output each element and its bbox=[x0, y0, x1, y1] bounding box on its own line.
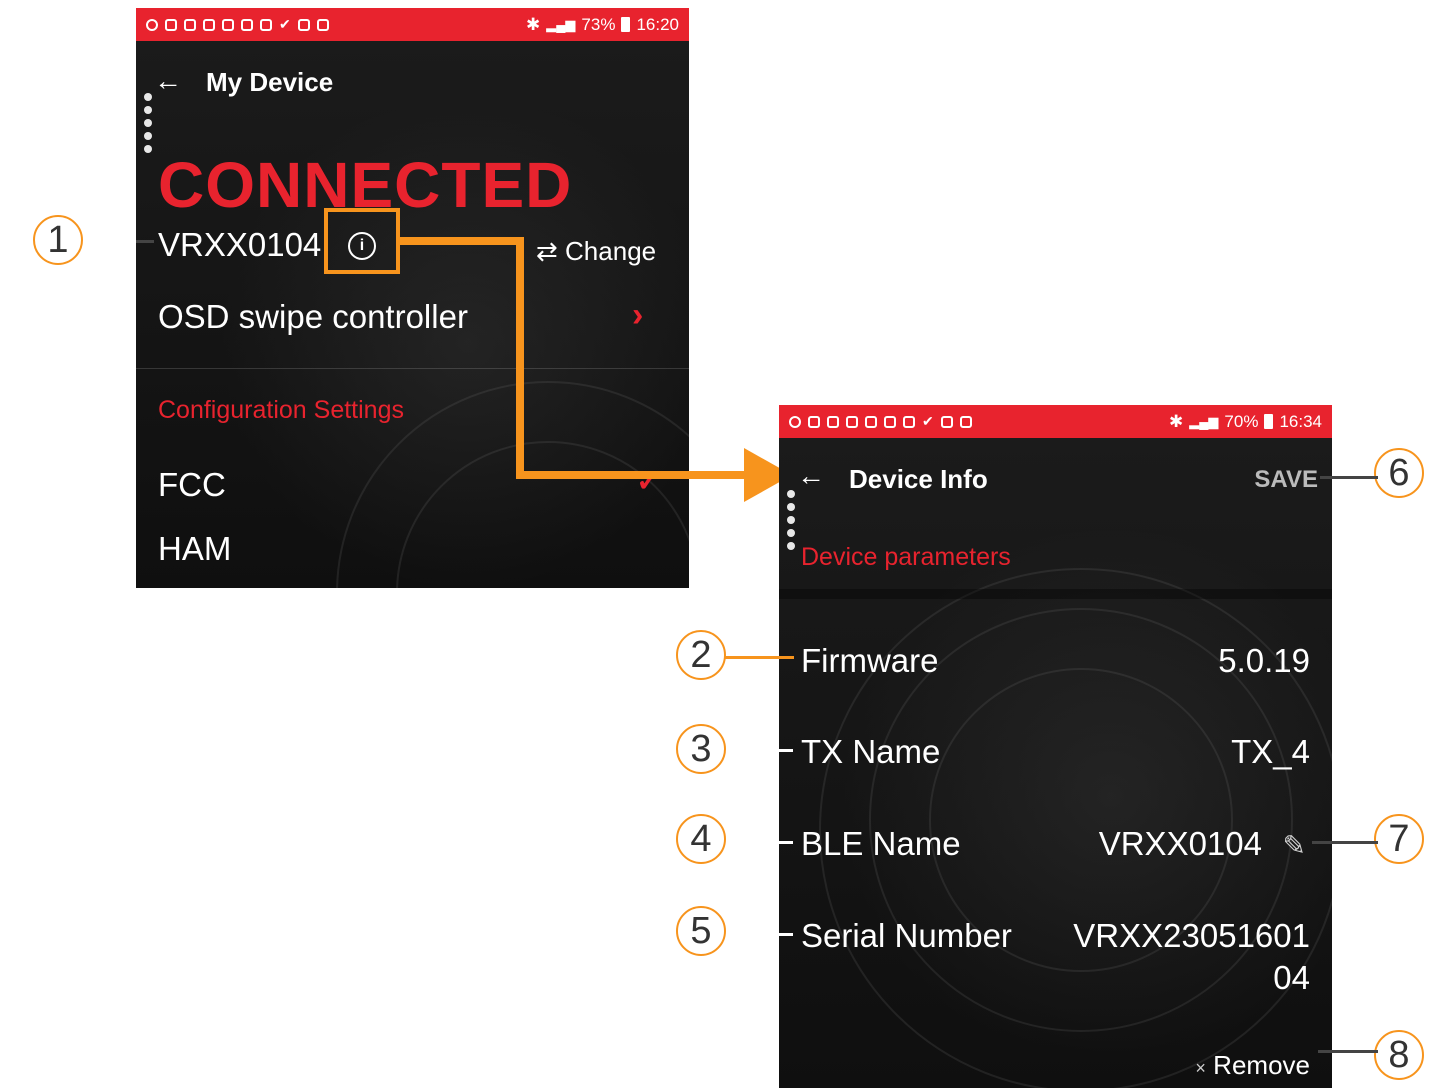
close-icon: × bbox=[1195, 1058, 1206, 1078]
ble-name-value[interactable]: VRXX0104 bbox=[1099, 825, 1262, 863]
tx-name-value: TX_4 bbox=[1231, 733, 1310, 770]
serial-number-label: Serial Number bbox=[801, 917, 1012, 954]
arrow-segment bbox=[516, 237, 524, 479]
serial-number-value-continued: 04 bbox=[1273, 959, 1310, 996]
signal-icon: ▂▄▆ bbox=[546, 16, 576, 32]
check-icon: ✓ bbox=[636, 465, 662, 498]
callout-line bbox=[136, 240, 154, 243]
section-label: Device parameters bbox=[801, 543, 1011, 571]
bluetooth-icon: ✱ bbox=[525, 14, 541, 34]
drag-dots-icon bbox=[787, 490, 795, 555]
page-title: My Device bbox=[206, 67, 334, 97]
option-fcc[interactable]: FCC bbox=[158, 466, 226, 504]
battery-percent: 70% bbox=[1224, 411, 1259, 431]
firmware-value: 5.0.19 bbox=[1218, 642, 1310, 679]
clock: 16:20 bbox=[636, 14, 679, 34]
info-highlight-box bbox=[324, 208, 400, 274]
device-name: VRXX0104 bbox=[158, 226, 322, 263]
drag-dots-icon bbox=[144, 93, 152, 158]
divider bbox=[136, 368, 689, 369]
save-button[interactable]: SAVE bbox=[1254, 466, 1318, 494]
callout-line bbox=[779, 933, 793, 936]
callout-line bbox=[724, 656, 794, 659]
callout-1: 1 bbox=[33, 215, 83, 265]
callout-line bbox=[779, 749, 793, 752]
my-device-screen: ✔ ✱ ▂▄▆ 73% 16:20 ← My Device CONNECTED … bbox=[136, 8, 689, 588]
callout-line bbox=[1318, 1050, 1378, 1053]
battery-icon bbox=[621, 17, 631, 32]
option-ham[interactable]: HAM bbox=[158, 530, 231, 568]
pencil-icon[interactable]: ✎ bbox=[1283, 829, 1306, 862]
clock: 16:34 bbox=[1279, 411, 1322, 431]
callout-7: 7 bbox=[1374, 814, 1424, 864]
callout-6: 6 bbox=[1374, 448, 1424, 498]
callout-line bbox=[1312, 841, 1378, 844]
serial-number-value: VRXX23051601 bbox=[1073, 917, 1310, 954]
section-label: Configuration Settings bbox=[158, 396, 404, 424]
callout-8: 8 bbox=[1374, 1030, 1424, 1080]
remove-label: Remove bbox=[1213, 1050, 1310, 1080]
divider bbox=[779, 589, 1332, 599]
battery-icon bbox=[1264, 414, 1274, 429]
page-title: Device Info bbox=[849, 464, 988, 494]
firmware-label: Firmware bbox=[801, 642, 939, 679]
device-info-screen: ✔ ✱ ▂▄▆ 70% 16:34 ← Device Info SAVE Dev… bbox=[779, 405, 1332, 1088]
back-arrow-icon[interactable]: ← bbox=[797, 462, 825, 490]
callout-5: 5 bbox=[676, 906, 726, 956]
signal-icon: ▂▄▆ bbox=[1189, 413, 1219, 429]
ble-name-label: BLE Name bbox=[801, 825, 961, 862]
callout-line bbox=[779, 841, 793, 844]
app-bar: ← My Device bbox=[136, 41, 689, 153]
notification-icons: ✔ bbox=[789, 413, 972, 430]
callout-2: 2 bbox=[676, 630, 726, 680]
chevron-right-icon[interactable]: › bbox=[632, 296, 643, 335]
status-bar: ✔ ✱ ▂▄▆ 70% 16:34 bbox=[779, 405, 1332, 438]
osd-swipe-controller-item[interactable]: OSD swipe controller bbox=[158, 298, 468, 336]
swap-icon: ⇄ bbox=[536, 236, 558, 266]
remove-button[interactable]: × Remove bbox=[1195, 1050, 1310, 1081]
back-arrow-icon[interactable]: ← bbox=[154, 67, 182, 95]
status-bar: ✔ ✱ ▂▄▆ 73% 16:20 bbox=[136, 8, 689, 41]
bluetooth-icon: ✱ bbox=[1168, 411, 1184, 431]
arrow-segment bbox=[400, 237, 524, 245]
callout-4: 4 bbox=[676, 814, 726, 864]
change-label: Change bbox=[565, 236, 657, 266]
app-bar: ← Device Info SAVE bbox=[779, 438, 1332, 550]
tx-name-label: TX Name bbox=[801, 733, 941, 770]
battery-percent: 73% bbox=[581, 14, 616, 34]
callout-line bbox=[1320, 476, 1378, 479]
change-device-button[interactable]: ⇄ Change bbox=[536, 236, 656, 267]
arrow-segment bbox=[516, 471, 756, 479]
callout-3: 3 bbox=[676, 724, 726, 774]
notification-icons: ✔ bbox=[146, 16, 329, 33]
